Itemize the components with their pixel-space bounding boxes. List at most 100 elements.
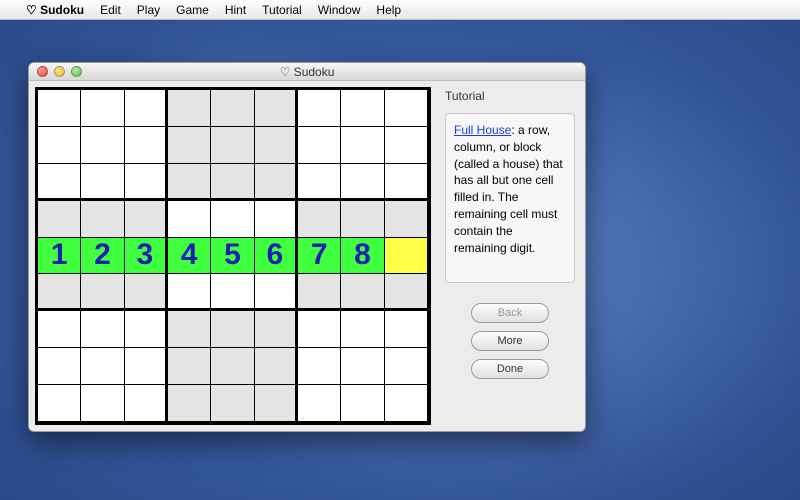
sudoku-cell[interactable] [81,201,124,238]
menubar-item-game[interactable]: Game [176,3,209,17]
sudoku-cell[interactable] [385,164,428,201]
menubar-item-window[interactable]: Window [318,3,361,17]
sudoku-cell[interactable] [341,164,384,201]
sudoku-cell[interactable] [255,385,298,422]
tutorial-buttons: Back More Done [445,303,575,379]
sudoku-cell[interactable]: 4 [168,238,211,275]
sudoku-cell[interactable] [298,311,341,348]
sudoku-cell[interactable] [38,127,81,164]
sudoku-cell[interactable] [211,90,254,127]
sudoku-cell[interactable] [38,90,81,127]
sudoku-cell[interactable] [168,90,211,127]
sudoku-cell[interactable] [255,201,298,238]
sudoku-cell[interactable] [211,348,254,385]
sudoku-cell[interactable] [298,348,341,385]
sudoku-cell[interactable] [81,164,124,201]
sudoku-cell[interactable] [341,311,384,348]
sudoku-cell[interactable] [125,385,168,422]
sudoku-cell[interactable] [81,348,124,385]
sudoku-cell[interactable] [298,127,341,164]
sudoku-cell[interactable] [298,274,341,311]
minimize-icon[interactable] [54,66,65,77]
close-icon[interactable] [37,66,48,77]
sudoku-cell[interactable] [38,164,81,201]
sudoku-cell[interactable] [385,348,428,385]
sudoku-cell[interactable] [81,311,124,348]
menubar-item-play[interactable]: Play [137,3,160,17]
sudoku-cell[interactable]: 1 [38,238,81,275]
menubar-app-name[interactable]: ♡ Sudoku [26,3,84,17]
menubar-item-hint[interactable]: Hint [225,3,246,17]
sudoku-cell[interactable]: 2 [81,238,124,275]
sudoku-cell[interactable] [385,311,428,348]
sudoku-cell[interactable] [385,238,428,275]
sudoku-cell[interactable] [168,385,211,422]
sudoku-cell[interactable] [125,348,168,385]
sudoku-cell[interactable] [341,127,384,164]
sudoku-cell[interactable] [341,385,384,422]
sudoku-cell[interactable] [81,90,124,127]
sudoku-cell[interactable] [125,201,168,238]
sudoku-cell[interactable]: 3 [125,238,168,275]
back-button[interactable]: Back [471,303,549,323]
sudoku-grid: 12345678 [35,87,431,425]
sudoku-cell[interactable] [125,274,168,311]
sudoku-cell[interactable] [341,274,384,311]
sudoku-cell[interactable] [298,385,341,422]
sudoku-cell[interactable] [298,201,341,238]
sudoku-cell[interactable] [298,90,341,127]
sudoku-cell[interactable] [125,164,168,201]
sudoku-cell[interactable] [385,201,428,238]
sudoku-cell[interactable] [341,201,384,238]
sudoku-cell[interactable] [255,127,298,164]
sudoku-cell[interactable] [341,348,384,385]
sudoku-cell[interactable] [385,274,428,311]
sudoku-cell[interactable] [168,311,211,348]
sudoku-cell[interactable] [298,164,341,201]
menubar-item-tutorial[interactable]: Tutorial [262,3,302,17]
sudoku-cell[interactable] [211,127,254,164]
sudoku-cell[interactable] [168,274,211,311]
sudoku-cell[interactable] [255,348,298,385]
sudoku-cell[interactable] [385,385,428,422]
sudoku-cell[interactable] [81,127,124,164]
tutorial-link-full-house[interactable]: Full House [454,123,511,137]
sudoku-cell[interactable] [255,274,298,311]
done-button[interactable]: Done [471,359,549,379]
sudoku-cell[interactable] [211,311,254,348]
sudoku-cell[interactable] [385,90,428,127]
sudoku-cell[interactable]: 6 [255,238,298,275]
zoom-icon[interactable] [71,66,82,77]
sudoku-cell[interactable] [81,274,124,311]
sudoku-cell[interactable] [255,311,298,348]
sudoku-cell[interactable] [38,201,81,238]
sudoku-cell[interactable] [81,385,124,422]
menubar-item-help[interactable]: Help [376,3,401,17]
sudoku-cell[interactable] [168,127,211,164]
sudoku-cell[interactable] [211,201,254,238]
sudoku-cell[interactable]: 7 [298,238,341,275]
sudoku-cell[interactable] [38,311,81,348]
window-title: ♡ Sudoku [29,65,585,79]
sudoku-cell[interactable] [168,164,211,201]
titlebar[interactable]: ♡ Sudoku [29,63,585,81]
sudoku-cell[interactable] [211,274,254,311]
sudoku-cell[interactable] [341,90,384,127]
sudoku-cell[interactable] [38,385,81,422]
sudoku-cell[interactable] [255,164,298,201]
sudoku-cell[interactable] [125,90,168,127]
sudoku-cell[interactable] [38,348,81,385]
sudoku-cell[interactable] [168,201,211,238]
sudoku-cell[interactable] [125,311,168,348]
sudoku-cell[interactable] [211,164,254,201]
sudoku-cell[interactable] [211,385,254,422]
sudoku-cell[interactable] [125,127,168,164]
menubar-item-edit[interactable]: Edit [100,3,121,17]
sudoku-cell[interactable] [385,127,428,164]
sudoku-cell[interactable] [168,348,211,385]
sudoku-cell[interactable] [38,274,81,311]
sudoku-cell[interactable]: 8 [341,238,384,275]
more-button[interactable]: More [471,331,549,351]
sudoku-cell[interactable] [255,90,298,127]
sudoku-cell[interactable]: 5 [211,238,254,275]
